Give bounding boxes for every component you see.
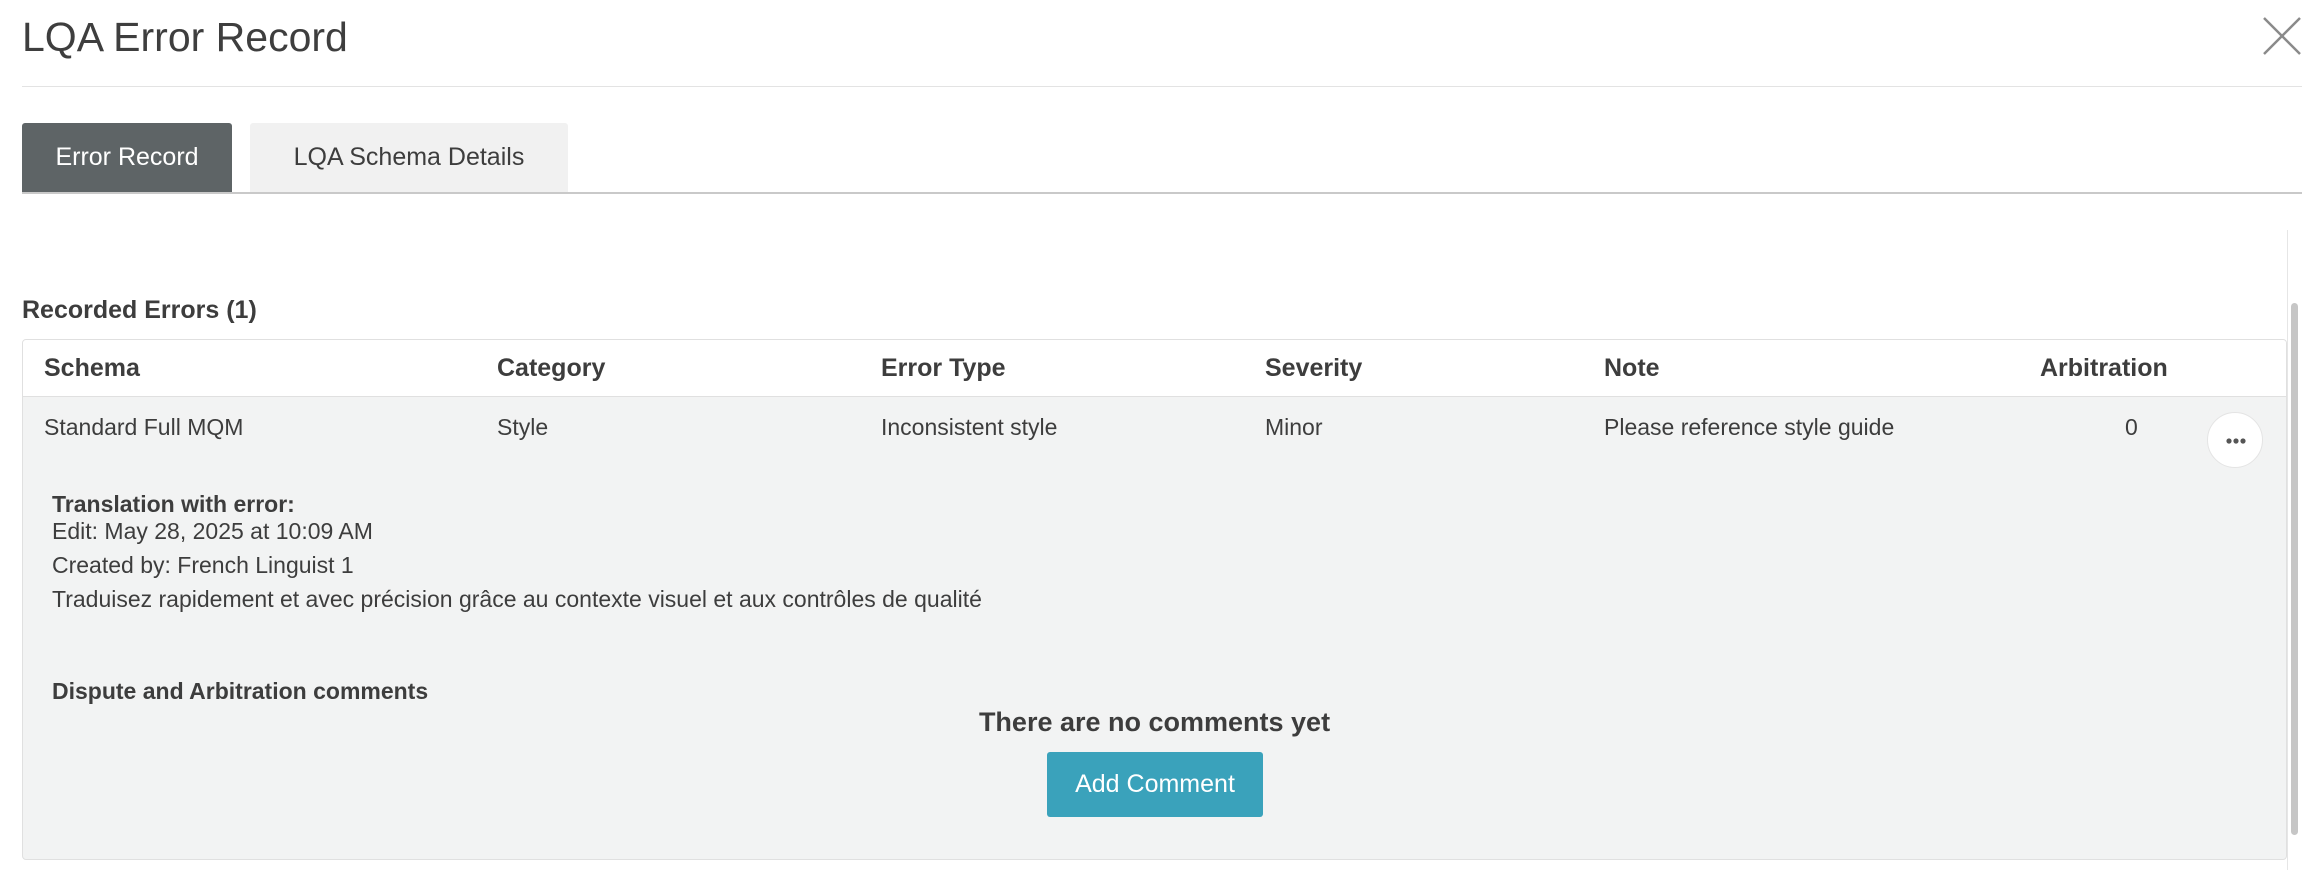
recorded-errors-table: Schema Category Error Type Severity Note… [22,339,2287,860]
cell-category: Style [497,414,549,440]
cell-schema: Standard Full MQM [44,414,244,440]
empty-comments-message: There are no comments yet [978,707,1331,737]
column-header-category: Category [497,354,606,382]
tab-lqa-schema-details[interactable]: LQA Schema Details [250,123,568,192]
close-button[interactable] [2260,14,2304,58]
tab-error-record[interactable]: Error Record [22,123,232,192]
scrollbar-thumb[interactable] [2291,303,2298,835]
edit-timestamp: Edit: May 28, 2025 at 10:09 AM [52,518,373,544]
lqa-error-record-dialog: LQA Error Record Error Record LQA Schema… [0,0,2324,870]
tab-bar: Error Record LQA Schema Details [22,123,2302,194]
column-header-arbitration: Arbitration [2040,354,2168,382]
cell-note: Please reference style guide [1604,414,1895,440]
table-header: Schema Category Error Type Severity Note… [23,340,2286,397]
column-header-severity: Severity [1265,354,1363,382]
cell-error-type: Inconsistent style [881,414,1058,440]
dialog-title: LQA Error Record [22,14,348,60]
cell-severity: Minor [1265,414,1323,440]
comments-heading: Dispute and Arbitration comments [52,678,429,704]
column-header-schema: Schema [44,354,140,382]
translation-text: Traduisez rapidement et avec précision g… [52,586,982,612]
close-icon [2263,17,2301,55]
cell-arbitration: 0 [2125,414,2138,440]
column-header-error-type: Error Type [881,354,1006,382]
more-horizontal-icon [2226,438,2246,444]
recorded-errors-title: Recorded Errors (1) [22,296,257,324]
created-by: Created by: French Linguist 1 [52,552,354,578]
add-comment-button[interactable]: Add Comment [1047,752,1263,817]
row-actions-button[interactable] [2207,412,2263,468]
dialog-header: LQA Error Record [22,0,2302,87]
column-header-note: Note [1604,354,1660,382]
